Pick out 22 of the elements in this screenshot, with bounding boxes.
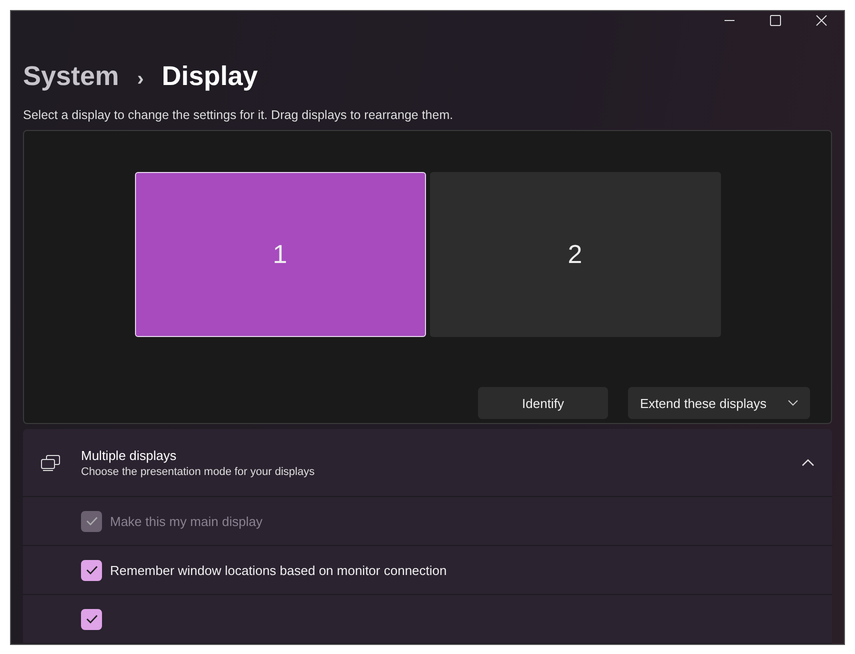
section-title: Multiple displays — [81, 448, 178, 462]
checkbox-label: Remember window locations based on monitor connection — [110, 562, 447, 578]
checkmark-icon — [86, 565, 98, 575]
checkbox-label: Make this my main display — [110, 514, 262, 528]
description-text: Select a display to change the settings for it. Drag displays to rearrange them. — [23, 108, 454, 122]
checkmark-icon — [86, 614, 98, 624]
checkmark-icon — [86, 516, 98, 526]
monitor-tile[interactable]: 1 — [134, 172, 426, 337]
breadcrumb-link[interactable]: System — [23, 61, 120, 92]
monitors-icon — [41, 454, 61, 470]
chevron-down-icon — [788, 400, 798, 406]
page-title: Display — [162, 61, 258, 92]
checkbox[interactable] — [81, 608, 102, 630]
section-header[interactable]: Multiple displays Choose the presentation mode for your displays — [23, 429, 832, 497]
display-mode-dropdown[interactable]: Extend these displays — [628, 387, 810, 419]
maximize-icon[interactable] — [770, 14, 780, 26]
breadcrumb-separator: › — [137, 68, 144, 91]
identify-button[interactable]: Identify — [478, 387, 608, 419]
section-subtitle: Choose the presentation mode for your displays — [81, 466, 316, 478]
close-icon[interactable] — [816, 14, 826, 26]
checkbox[interactable] — [81, 560, 102, 580]
monitor-tile[interactable]: 2 — [430, 172, 720, 337]
